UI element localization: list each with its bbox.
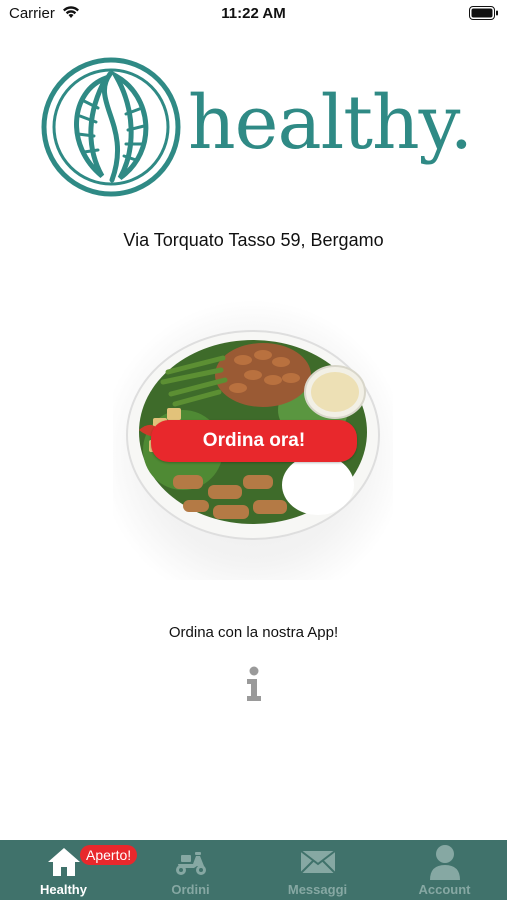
user-icon [429,845,460,880]
tab-label-account: Account [418,882,471,897]
tab-bar: Aperto! Healthy Ordini Messaggi Account [0,840,507,900]
order-now-button[interactable]: Ordina ora! [151,420,357,462]
envelope-icon [299,850,336,874]
battery-icon [469,6,498,20]
tab-label-healthy: Healthy [40,882,87,897]
tab-ordini[interactable]: Ordini [127,840,254,900]
brand-logo: healthy. [40,56,473,198]
clock: 11:22 AM [221,5,286,22]
status-bar: Carrier 11:22 AM [0,0,507,28]
tab-label-messaggi: Messaggi [287,882,348,897]
leaf-logo-icon [41,57,181,197]
info-icon[interactable] [243,666,265,702]
tab-messaggi[interactable]: Messaggi [254,840,381,900]
tab-healthy[interactable]: Aperto! Healthy [0,840,138,900]
tab-account[interactable]: Account [381,840,507,900]
home-icon [47,848,80,876]
tab-label-ordini: Ordini [171,882,210,897]
scooter-icon [175,852,206,875]
app-promo-text: Ordina con la nostra App! [168,624,339,641]
restaurant-address: Via Torquato Tasso 59, Bergamo [123,230,384,250]
brand-name: healthy. [188,80,473,166]
